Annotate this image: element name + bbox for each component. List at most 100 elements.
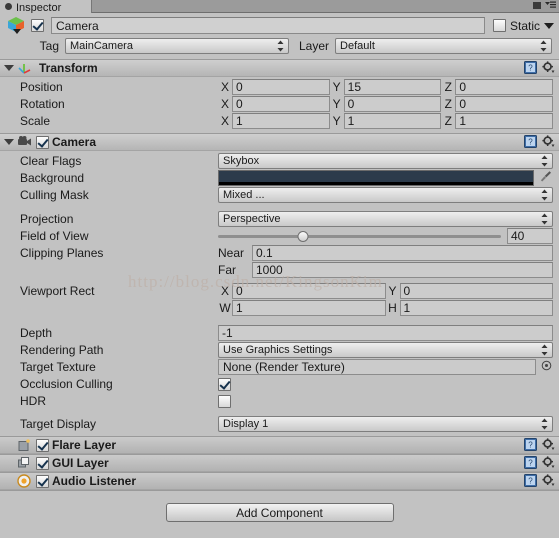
inspector-tab-icon <box>5 3 12 10</box>
help-book-icon[interactable]: ? <box>524 438 537 451</box>
viewport-rect-wh-row: W 1 H 1 <box>6 300 553 316</box>
settings-gear-icon[interactable] <box>542 438 555 451</box>
background-color-main <box>219 171 533 182</box>
scale-y-input[interactable]: 1 <box>343 113 442 129</box>
transform-header[interactable]: Transform ? <box>0 60 559 77</box>
transform-scale-row: Scale X 1 Y 1 Z 1 <box>6 113 554 129</box>
position-label: Position <box>20 80 63 94</box>
hdr-checkbox[interactable] <box>218 394 231 408</box>
help-book-icon[interactable]: ? <box>524 135 537 148</box>
near-clip-input[interactable]: 0.1 <box>252 245 553 261</box>
camera-header-actions: ? <box>524 135 555 148</box>
add-component-button[interactable]: Add Component <box>165 503 394 522</box>
clear-flags-value: Skybox <box>223 155 260 167</box>
help-book-icon[interactable]: ? <box>524 61 537 74</box>
hamburger-menu-icon[interactable] <box>545 0 556 12</box>
culling-mask-label: Culling Mask <box>20 188 89 202</box>
transform-position-row: Position X 0 Y 15 Z 0 <box>6 79 554 95</box>
viewport-h-input[interactable]: 1 <box>399 300 553 316</box>
position-x-axis-label: X <box>220 80 229 94</box>
settings-gear-icon[interactable] <box>542 474 555 487</box>
rendering-path-dropdown[interactable]: Use Graphics Settings <box>218 342 553 358</box>
transform-title: Transform <box>39 61 98 75</box>
flare-layer-title: Flare Layer <box>52 438 117 452</box>
projection-dropdown[interactable]: Perspective <box>218 211 553 227</box>
layer-label: Layer <box>299 39 330 53</box>
culling-mask-dropdown[interactable]: Mixed ... <box>218 187 553 203</box>
rotation-y-input[interactable]: 0 <box>343 96 442 112</box>
camera-header[interactable]: Camera ? <box>0 134 559 151</box>
flare-layer-enabled-checkbox[interactable] <box>36 438 49 452</box>
gui-layer-header-actions: ? <box>524 456 555 469</box>
flare-layer-header[interactable]: Flare Layer ? <box>0 437 559 454</box>
target-display-value: Display 1 <box>223 418 269 430</box>
viewport-x-axis-label: X <box>220 284 229 298</box>
rendering-path-row: Rendering Path Use Graphics Settings <box>6 342 553 358</box>
rotation-x-input[interactable]: 0 <box>232 96 330 112</box>
depth-input[interactable]: -1 <box>218 325 553 341</box>
inspector-footer: Add Component <box>0 491 559 522</box>
projection-label: Projection <box>20 212 74 226</box>
tag-dropdown[interactable]: MainCamera <box>65 38 289 54</box>
help-book-icon[interactable]: ? <box>524 456 537 469</box>
settings-gear-icon[interactable] <box>542 456 555 469</box>
position-x-input[interactable]: 0 <box>232 79 330 95</box>
static-dropdown-caret[interactable] <box>544 22 554 29</box>
viewport-y-input[interactable]: 0 <box>399 283 553 299</box>
static-checkbox[interactable] <box>492 19 506 32</box>
camera-icon <box>17 135 33 149</box>
target-display-dropdown[interactable]: Display 1 <box>218 416 553 432</box>
slider-handle[interactable] <box>297 231 309 242</box>
gui-layer-enabled-checkbox[interactable] <box>36 456 49 470</box>
camera-foldout-arrow[interactable] <box>4 139 14 145</box>
object-picker-icon[interactable] <box>540 360 553 374</box>
audio-listener-enabled-checkbox[interactable] <box>36 474 49 488</box>
gameobject-name-input[interactable]: Camera <box>51 17 485 34</box>
rotation-z-axis-label: Z <box>444 97 453 111</box>
eyedropper-icon[interactable] <box>540 170 553 186</box>
svg-text:?: ? <box>528 138 533 147</box>
field-of-view-input[interactable]: 40 <box>507 228 553 244</box>
clear-flags-dropdown[interactable]: Skybox <box>218 153 553 169</box>
culling-mask-value: Mixed ... <box>223 189 265 201</box>
gui-layer-icon <box>17 456 33 470</box>
viewport-x-input[interactable]: 0 <box>232 283 386 299</box>
far-label: Far <box>218 263 236 277</box>
layer-dropdown[interactable]: Default <box>335 38 552 54</box>
settings-gear-icon[interactable] <box>542 61 555 74</box>
gameobject-icon-dropdown-caret[interactable] <box>13 29 21 34</box>
chevron-updown-icon <box>277 40 284 52</box>
position-z-input[interactable]: 0 <box>455 79 554 95</box>
field-of-view-slider[interactable] <box>218 228 501 244</box>
tab-inspector[interactable]: Inspector <box>0 0 92 13</box>
occlusion-culling-checkbox[interactable] <box>218 377 231 391</box>
projection-row: Projection Perspective <box>6 211 553 227</box>
help-book-icon[interactable]: ? <box>524 474 537 487</box>
target-texture-label: Target Texture <box>20 360 96 374</box>
hdr-row: HDR <box>6 393 553 409</box>
audio-listener-header[interactable]: Audio Listener ? <box>0 473 559 490</box>
scale-y-axis-label: Y <box>332 114 341 128</box>
gameobject-cube-icon[interactable] <box>5 17 31 34</box>
transform-foldout-arrow[interactable] <box>4 65 14 71</box>
scale-x-input[interactable]: 1 <box>232 113 330 129</box>
static-control: Static <box>492 19 554 33</box>
viewport-rect-label: Viewport Rect <box>20 284 95 298</box>
gui-layer-header[interactable]: GUI Layer ? <box>0 455 559 472</box>
far-clip-input[interactable]: 1000 <box>252 262 553 278</box>
viewport-w-input[interactable]: 1 <box>232 300 386 316</box>
position-y-input[interactable]: 15 <box>343 79 442 95</box>
rotation-z-input[interactable]: 0 <box>455 96 554 112</box>
scale-z-input[interactable]: 1 <box>455 113 554 129</box>
inspector-tabstrip: Inspector <box>0 0 559 13</box>
gameobject-active-checkbox[interactable] <box>31 19 44 32</box>
camera-enabled-checkbox[interactable] <box>36 135 49 149</box>
svg-text:?: ? <box>528 64 533 73</box>
lock-icon[interactable] <box>533 2 541 9</box>
target-texture-objectfield[interactable]: None (Render Texture) <box>218 359 536 375</box>
settings-gear-icon[interactable] <box>542 135 555 148</box>
chevron-updown-icon <box>541 189 548 201</box>
tag-layer-row: Tag MainCamera Layer Default <box>5 38 554 54</box>
component-gui-layer: GUI Layer ? <box>0 455 559 473</box>
background-color-swatch[interactable] <box>218 170 534 186</box>
